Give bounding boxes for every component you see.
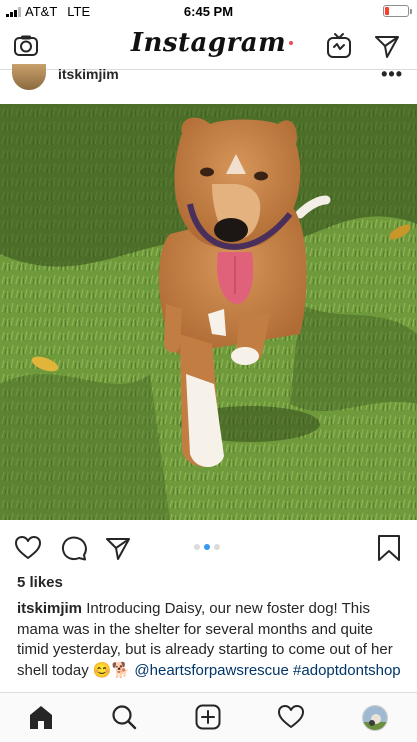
bottom-nav [0,692,417,742]
battery-level [385,7,389,15]
like-heart-icon[interactable] [14,534,42,562]
caption-mention-link[interactable]: @heartsforpawsrescue [134,662,288,679]
more-options-icon[interactable]: ••• [381,64,403,85]
status-time: 6:45 PM [183,4,234,19]
search-icon[interactable] [110,703,138,731]
caption-username[interactable]: itskimjim [17,600,82,617]
status-bar: AT&T LTE 6:45 PM [0,0,417,22]
post-actions [0,528,417,568]
post-author-username[interactable]: itskimjim [58,66,119,82]
post-author-avatar[interactable] [12,64,46,90]
direct-message-icon[interactable] [373,32,401,60]
post-header: itskimjim ••• [0,64,417,104]
battery-icon [383,5,412,17]
post-photo[interactable] [0,104,417,520]
caption-hashtag-link[interactable]: #adoptdontshop [293,662,401,679]
app-header: Instagram [0,22,417,70]
activity-notification-dot [289,41,293,45]
activity-icon[interactable] [277,703,305,731]
carousel-indicator [194,544,220,550]
instagram-logo: Instagram [130,28,287,58]
home-icon[interactable] [27,703,55,731]
carousel-dot [194,544,200,550]
carousel-dot [214,544,220,550]
share-icon[interactable] [104,534,132,562]
like-count[interactable]: 5 likes [17,574,63,591]
post-caption: itskimjim Introducing Daisy, our new fos… [17,599,407,681]
bookmark-icon[interactable] [375,534,403,562]
new-post-icon[interactable] [194,703,222,731]
comment-icon[interactable] [60,534,88,562]
profile-avatar[interactable] [362,705,388,731]
dog-photo [0,104,417,520]
igtv-icon[interactable] [325,32,353,60]
carousel-dot [204,544,210,550]
